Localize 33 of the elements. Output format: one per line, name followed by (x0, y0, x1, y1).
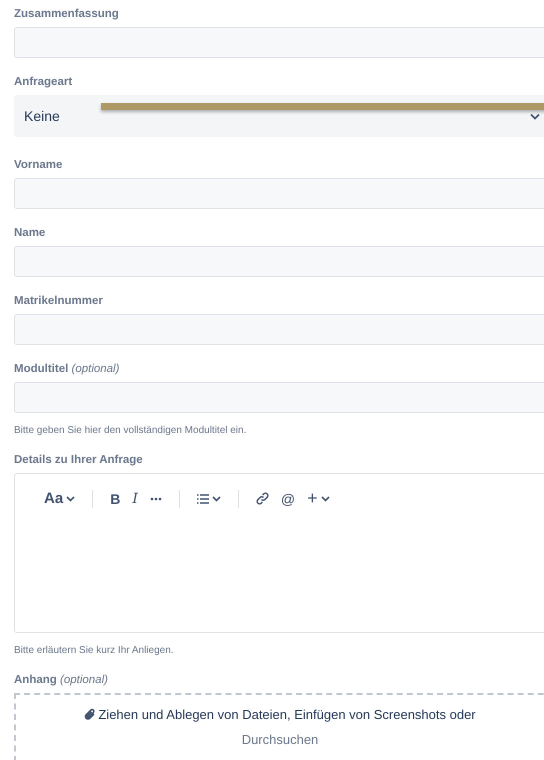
bold-button[interactable]: B (107, 488, 124, 508)
link-icon (256, 492, 269, 505)
list-icon (196, 494, 209, 504)
browse-link[interactable]: Durchsuchen (242, 732, 318, 747)
dropdown-field[interactable]: Keine (14, 95, 544, 137)
text-style-button[interactable]: Aa (41, 488, 78, 509)
file-drop-zone[interactable]: Ziehen und Ablegen von Dateien, Einfügen von Screenshots oder Durchsuchen (14, 693, 544, 760)
field-label: Anfrageart (14, 75, 74, 90)
insert-button[interactable]: + (304, 486, 333, 511)
field-label: Matrikelnummer (14, 294, 104, 309)
field-label: Details zu Ihrer Anfrage (14, 453, 144, 468)
paperclip-icon (84, 708, 96, 721)
text-field[interactable] (14, 382, 544, 413)
field-label: Name (14, 226, 46, 241)
caret-icon (212, 496, 221, 502)
field-label: Vorname (14, 158, 64, 173)
caret-icon (320, 496, 330, 502)
text-field[interactable] (14, 246, 544, 277)
text-field[interactable] (14, 178, 544, 209)
italic-button[interactable]: I (129, 488, 141, 508)
field-label: Modultitel (optional) (14, 362, 120, 377)
caret-icon (66, 496, 76, 502)
help-text: Bitte geben Sie hier den vollständigen Modultitel ein. (14, 425, 248, 436)
drop-instructions: Ziehen und Ablegen von Dateien, Einfügen von Screenshots oder (98, 707, 476, 722)
rich-text-editor[interactable]: Aa B I @ + (14, 473, 544, 633)
field-label: Zusammenfassung (14, 7, 120, 22)
field-label: Anhang (optional) (14, 673, 109, 688)
text-field[interactable] (14, 314, 544, 345)
mention-button[interactable]: @ (278, 488, 298, 508)
help-text: Bitte erläutern Sie kurz Ihr Anliegen. (14, 645, 175, 656)
text-field[interactable] (14, 27, 544, 58)
chevron-icon (530, 112, 540, 120)
more-icon (150, 496, 162, 500)
